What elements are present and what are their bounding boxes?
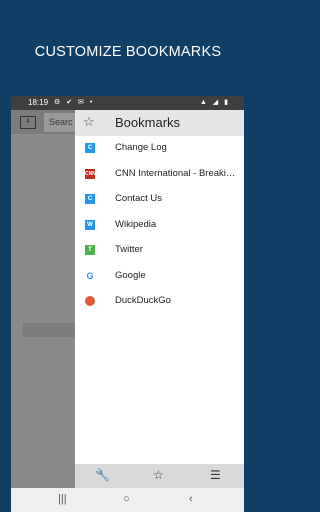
bookmark-item-cnn[interactable]: CNN CNN International - Breaking News bbox=[75, 162, 244, 188]
star-icon: ☆ bbox=[83, 114, 95, 129]
phone-screen: 18:19 ⚙ ✔ ✉ • ▲ ◢ ▮ 4 Searc ☆ Bookmarks … bbox=[11, 96, 244, 512]
drawer-header: ☆ Bookmarks bbox=[75, 110, 244, 136]
bookmark-label: Twitter bbox=[115, 244, 143, 255]
notification-icons: ⚙ ✔ ✉ • bbox=[54, 99, 95, 106]
bookmark-label: CNN International - Breaking News bbox=[115, 167, 239, 179]
headline: CUSTOMIZE BOOKMARKS bbox=[34, 44, 222, 60]
bookmarks-drawer: ☆ Bookmarks C Change Log CNN CNN Interna… bbox=[75, 110, 244, 464]
wrench-icon[interactable]: 🔧 bbox=[95, 468, 110, 482]
list-icon[interactable]: ☰ bbox=[210, 468, 221, 482]
bookmark-item-wikipedia[interactable]: W Wikipedia bbox=[75, 213, 244, 239]
dimmed-content-bar bbox=[23, 323, 75, 337]
back-icon[interactable]: ‹ bbox=[189, 493, 193, 505]
bookmark-label: Wikipedia bbox=[115, 218, 157, 230]
star-icon[interactable]: ☆ bbox=[153, 468, 164, 482]
system-icons: ▲ ◢ ▮ bbox=[199, 99, 230, 106]
system-nav-bar: ||| ○ ‹ bbox=[11, 488, 244, 512]
home-icon[interactable]: ○ bbox=[123, 493, 130, 505]
cnn-icon: CNN bbox=[85, 168, 96, 179]
bookmark-label: Contact Us bbox=[115, 193, 162, 204]
bookmark-item-change-log[interactable]: C Change Log bbox=[75, 136, 244, 162]
bookmark-item-duckduckgo[interactable]: DuckDuckGo bbox=[75, 289, 244, 315]
duckduckgo-icon bbox=[85, 296, 95, 306]
bookmark-label: Change Log bbox=[115, 142, 167, 153]
wikipedia-icon: W bbox=[85, 219, 95, 230]
bookmark-item-google[interactable]: G Google bbox=[75, 264, 244, 290]
google-icon: G bbox=[86, 270, 94, 281]
page-c-icon: C bbox=[85, 194, 95, 204]
bookmark-item-twitter[interactable]: T Twitter bbox=[75, 238, 244, 264]
recents-icon[interactable]: ||| bbox=[58, 493, 67, 505]
status-bar: 18:19 ⚙ ✔ ✉ • ▲ ◢ ▮ bbox=[11, 96, 244, 110]
tabs-count-icon: 4 bbox=[20, 116, 36, 129]
twitter-icon: T bbox=[85, 245, 95, 255]
status-time: 18:19 bbox=[28, 98, 49, 107]
page-c-icon: C bbox=[85, 143, 95, 153]
bookmark-list: C Change Log CNN CNN International - Bre… bbox=[75, 136, 244, 315]
bookmark-label: DuckDuckGo bbox=[115, 295, 171, 306]
drawer-title: Bookmarks bbox=[115, 115, 181, 130]
bookmark-label: Google bbox=[115, 269, 146, 281]
bookmark-item-contact-us[interactable]: C Contact Us bbox=[75, 187, 244, 213]
drawer-bottom-toolbar: 🔧 ☆ ☰ bbox=[75, 464, 244, 488]
